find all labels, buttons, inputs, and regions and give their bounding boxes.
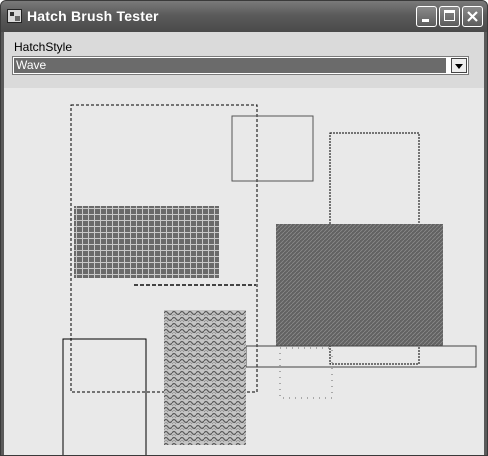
minimize-button[interactable] [416, 6, 437, 27]
close-icon [467, 11, 478, 22]
combo-dropdown-button[interactable] [451, 58, 467, 73]
app-window: Hatch Brush Tester HatchStyle Wave [0, 0, 488, 456]
grid-filled-rect [74, 206, 219, 278]
hatchstyle-label: HatchStyle [14, 40, 73, 54]
outline-rect-small [231, 115, 314, 182]
drawing-canvas [62, 104, 477, 455]
app-window-icon[interactable] [7, 9, 22, 23]
dotted-rect [279, 347, 333, 399]
hatchstyle-combobox[interactable]: Wave [12, 56, 469, 75]
hatchstyle-selected-value: Wave [14, 58, 446, 73]
client-area: HatchStyle Wave [4, 32, 484, 455]
title-bar[interactable]: Hatch Brush Tester [1, 1, 487, 32]
controls-panel: HatchStyle Wave [4, 32, 484, 88]
wave-filled-rect [164, 310, 246, 445]
window-title: Hatch Brush Tester [27, 8, 159, 24]
outline-rect-bottom-left [62, 338, 147, 455]
close-button[interactable] [462, 6, 483, 27]
solid-filled-rect [276, 224, 443, 346]
maximize-button[interactable] [439, 6, 460, 27]
